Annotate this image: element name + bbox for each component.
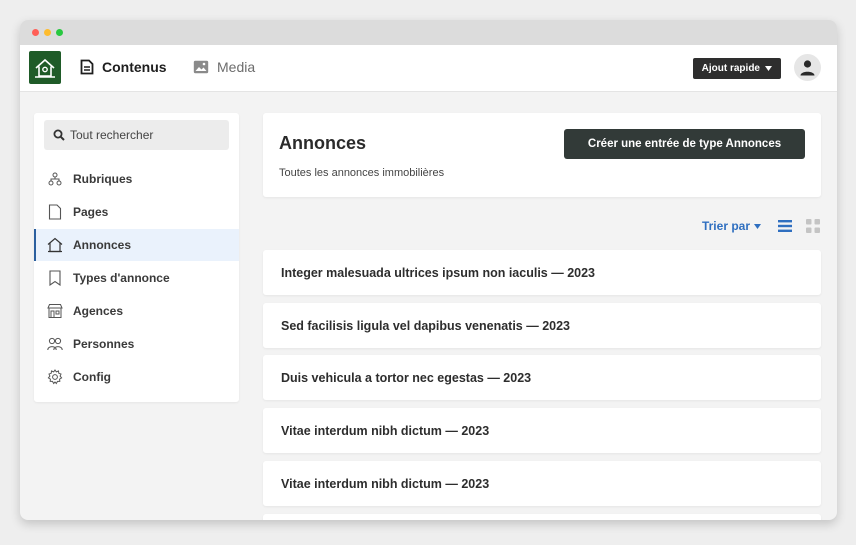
sidebar-item-label: Agences — [73, 304, 124, 318]
page-header: Annonces Toutes les annonces immobilière… — [263, 113, 821, 197]
sidebar-item-pages[interactable]: Pages — [34, 196, 239, 228]
create-entry-button[interactable]: Créer une entrée de type Annonces — [564, 129, 805, 159]
sort-toolbar: Trier par — [263, 216, 821, 236]
maximize-window-button[interactable] — [56, 29, 63, 36]
user-icon — [800, 60, 815, 76]
listing-item-partial[interactable] — [263, 514, 821, 520]
sidebar-item-label: Pages — [73, 205, 109, 219]
page-icon — [47, 204, 63, 220]
quick-add-button[interactable]: Ajout rapide — [692, 58, 781, 79]
image-icon — [193, 60, 209, 74]
house-icon — [47, 237, 63, 253]
minimize-window-button[interactable] — [44, 29, 51, 36]
nav-contenus-label: Contenus — [102, 59, 167, 75]
document-icon — [80, 59, 94, 75]
list-view-icon[interactable] — [777, 218, 793, 234]
sidebar-item-personnes[interactable]: Personnes — [34, 328, 239, 360]
title-bar — [20, 20, 837, 45]
listing-item[interactable]: Integer malesuada ultrices ipsum non iac… — [263, 250, 821, 295]
page-subtitle: Toutes les annonces immobilières — [279, 167, 445, 179]
quick-add-label: Ajout rapide — [701, 63, 760, 74]
app-window: Contenus Media Ajout rapide Tout recherc… — [20, 20, 837, 520]
top-navigation: Contenus Media Ajout rapide — [20, 45, 837, 92]
search-placeholder: Tout rechercher — [70, 128, 154, 142]
user-avatar[interactable] — [794, 54, 821, 81]
listing-item[interactable]: Vitae interdum nibh dictum — 2023 — [263, 461, 821, 506]
sidebar-item-config[interactable]: Config — [34, 361, 239, 393]
sidebar-item-annonces[interactable]: Annonces — [34, 229, 239, 261]
sort-label: Trier par — [701, 219, 750, 233]
gear-icon — [47, 369, 63, 385]
sidebar-item-types-annonce[interactable]: Types d'annonce — [34, 262, 239, 294]
caret-down-icon — [765, 66, 772, 71]
listing-item[interactable]: Sed facilisis ligula vel dapibus venenat… — [263, 303, 821, 348]
nav-contenus[interactable]: Contenus — [80, 59, 167, 75]
nav-media-label: Media — [217, 59, 256, 75]
sidebar-item-label: Rubriques — [73, 172, 133, 186]
sidebar-item-label: Personnes — [73, 337, 135, 351]
app-logo[interactable] — [29, 51, 61, 84]
grid-view-icon[interactable] — [805, 218, 821, 234]
sort-dropdown[interactable]: Trier par — [702, 219, 761, 233]
close-window-button[interactable] — [32, 29, 39, 36]
bookmark-icon — [47, 270, 63, 286]
house-logo-icon — [35, 58, 55, 78]
sidebar-item-label: Config — [73, 370, 111, 384]
sidebar-item-label: Types d'annonce — [73, 271, 170, 285]
search-icon — [53, 129, 65, 141]
search-input[interactable]: Tout rechercher — [44, 120, 229, 150]
sidebar-item-rubriques[interactable]: Rubriques — [34, 163, 239, 195]
page-title: Annonces — [279, 133, 367, 153]
listing-item[interactable]: Duis vehicula a tortor nec egestas — 202… — [263, 355, 821, 400]
nav-media[interactable]: Media — [193, 59, 255, 75]
store-icon — [47, 303, 63, 319]
caret-down-icon — [754, 223, 761, 229]
sidebar-item-agences[interactable]: Agences — [34, 295, 239, 327]
people-icon — [47, 336, 63, 352]
sidebar: Tout rechercher Rubriques Pages Annonces… — [34, 113, 239, 402]
listing-item[interactable]: Vitae interdum nibh dictum — 2023 — [263, 408, 821, 453]
sidebar-item-label: Annonces — [73, 238, 132, 252]
hierarchy-icon — [47, 171, 63, 187]
